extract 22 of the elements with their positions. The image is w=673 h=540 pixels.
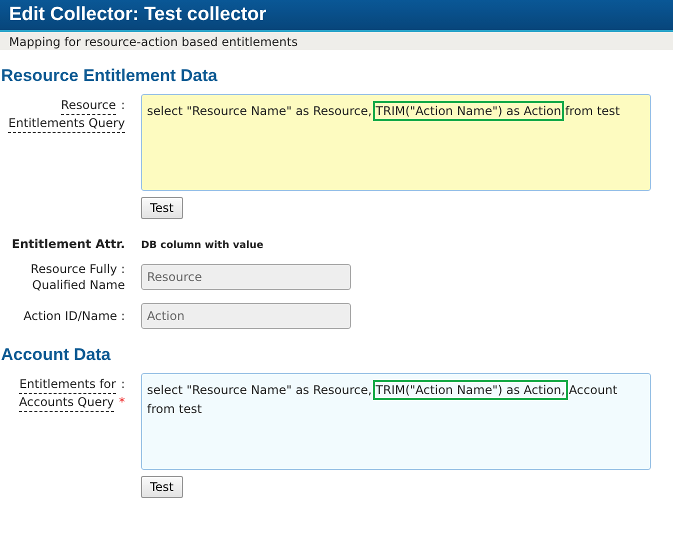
input-field[interactable]: Action <box>141 303 351 329</box>
colon-text: : <box>120 376 125 393</box>
field-label: Entitlements for <box>19 376 116 394</box>
test-button[interactable]: Test <box>141 476 183 498</box>
field-label: Resource <box>60 97 116 115</box>
required-asterisk: * <box>119 394 125 411</box>
column-header: Entitlement Attr. <box>10 237 125 251</box>
subtitle: Mapping for resource-action based entitlements <box>0 32 673 50</box>
colon-text: : <box>120 97 125 114</box>
test-button[interactable]: Test <box>141 197 183 219</box>
section-heading: Resource Entitlement Data <box>1 66 218 86</box>
field-label: Entitlements Query <box>8 115 125 133</box>
field-label: Accounts Query <box>19 394 114 412</box>
section-heading: Account Data <box>1 345 112 365</box>
input-field[interactable]: Resource <box>141 264 351 290</box>
field-label: Action ID/Name : <box>24 308 125 324</box>
field-label: Qualified Name <box>32 277 125 293</box>
query-field[interactable]: select "Resource Name" as Resource, TRIM("Action Name") as Action from test <box>141 94 651 191</box>
field-label: Resource Fully : <box>30 261 125 277</box>
column-header: DB column with value <box>141 240 264 251</box>
window-title: Edit Collector: Test collector <box>9 4 266 26</box>
query-field[interactable]: select "Resource Name" as Resource, TRIM("Action Name") as Action, Account from test <box>141 373 651 470</box>
